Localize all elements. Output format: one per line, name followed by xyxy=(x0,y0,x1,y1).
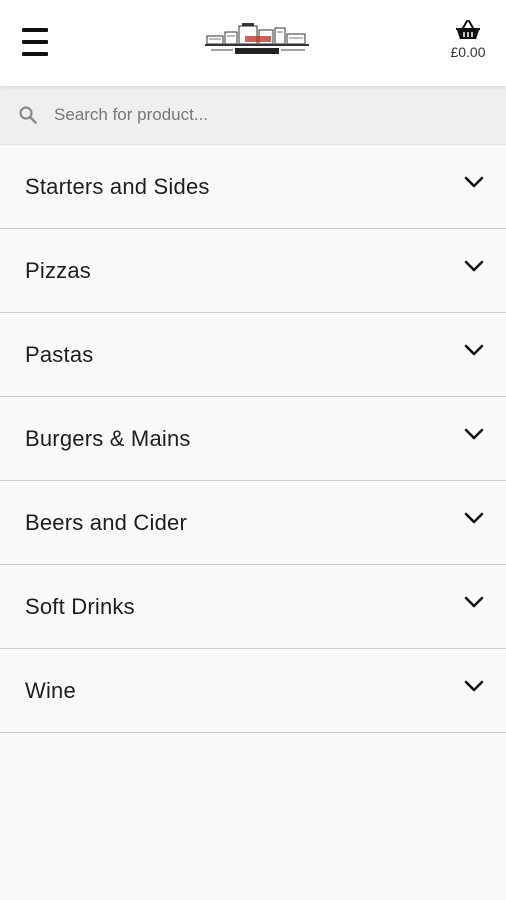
category-beers-and-cider[interactable]: Beers and Cider xyxy=(0,481,506,565)
search-bar xyxy=(0,86,506,145)
basket-button[interactable]: £0.00 xyxy=(446,20,490,60)
chevron-down-icon xyxy=(464,344,484,355)
chevron-down-icon xyxy=(464,176,484,187)
category-starters-and-sides[interactable]: Starters and Sides xyxy=(0,145,506,229)
chevron-down-icon xyxy=(464,680,484,691)
category-soft-drinks[interactable]: Soft Drinks xyxy=(0,565,506,649)
category-label: Pizzas xyxy=(25,257,91,283)
category-burgers-and-mains[interactable]: Burgers & Mains xyxy=(0,397,506,481)
category-label: Starters and Sides xyxy=(25,173,210,199)
menu-bar xyxy=(22,40,48,44)
category-pastas[interactable]: Pastas xyxy=(0,313,506,397)
category-list: Starters and Sides Pizzas Pastas Burgers… xyxy=(0,145,506,733)
search-icon xyxy=(19,106,37,124)
basket-total: £0.00 xyxy=(450,44,486,60)
basket-icon xyxy=(456,20,480,39)
app-root: £0.00 Starters and Sides Pizzas Pastas B… xyxy=(0,0,506,900)
restaurant-logo[interactable] xyxy=(205,22,309,58)
category-label: Burgers & Mains xyxy=(25,425,191,451)
category-label: Pastas xyxy=(25,341,94,367)
hamburger-menu-icon[interactable] xyxy=(22,28,48,56)
chevron-down-icon xyxy=(464,260,484,271)
chevron-down-icon xyxy=(464,596,484,607)
app-header: £0.00 xyxy=(0,0,506,86)
category-wine[interactable]: Wine xyxy=(0,649,506,733)
category-label: Wine xyxy=(25,677,76,703)
category-label: Beers and Cider xyxy=(25,509,187,535)
menu-bar xyxy=(22,52,48,56)
category-label: Soft Drinks xyxy=(25,593,135,619)
category-pizzas[interactable]: Pizzas xyxy=(0,229,506,313)
search-input[interactable] xyxy=(54,105,454,125)
chevron-down-icon xyxy=(464,428,484,439)
chevron-down-icon xyxy=(464,512,484,523)
menu-bar xyxy=(22,28,48,32)
